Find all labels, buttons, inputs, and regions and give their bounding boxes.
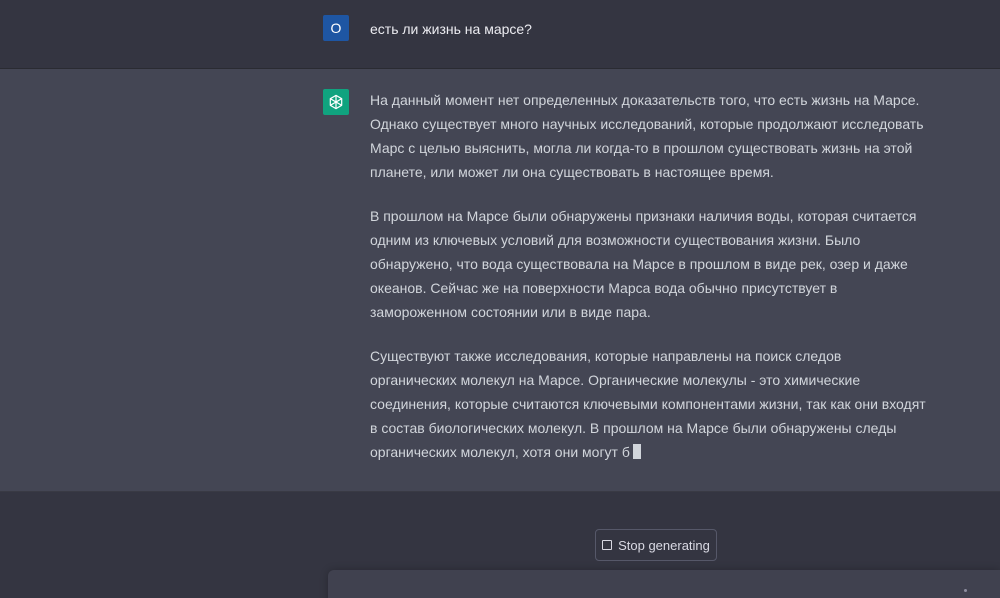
stop-square-icon (602, 540, 613, 550)
user-message: O есть ли жизнь на марсе? (0, 0, 1000, 69)
assistant-message: На данный момент нет определенных доказа… (0, 69, 1000, 492)
message-input[interactable] (328, 570, 1000, 598)
assistant-paragraph-1: На данный момент нет определенных доказа… (370, 92, 924, 180)
typing-cursor (632, 444, 641, 459)
assistant-paragraph-2: В прошлом на Марсе были обнаружены призн… (370, 208, 917, 320)
chat-page: O есть ли жизнь на марсе? На данный моме… (0, 0, 1000, 598)
user-message-text: есть ли жизнь на марсе? (370, 21, 532, 37)
user-avatar: O (323, 15, 349, 41)
openai-logo-icon (329, 94, 343, 110)
assistant-paragraph-3-text: Существуют также исследования, которые н… (370, 348, 926, 460)
assistant-message-text: На данный момент нет определенных доказа… (370, 88, 930, 484)
assistant-paragraph-3: Существуют также исследования, которые н… (370, 344, 930, 464)
assistant-avatar (323, 89, 349, 115)
stop-generating-button[interactable]: Stop generating (595, 529, 717, 561)
stop-generating-label: Stop generating (618, 537, 710, 553)
loading-dot-icon (964, 589, 967, 592)
